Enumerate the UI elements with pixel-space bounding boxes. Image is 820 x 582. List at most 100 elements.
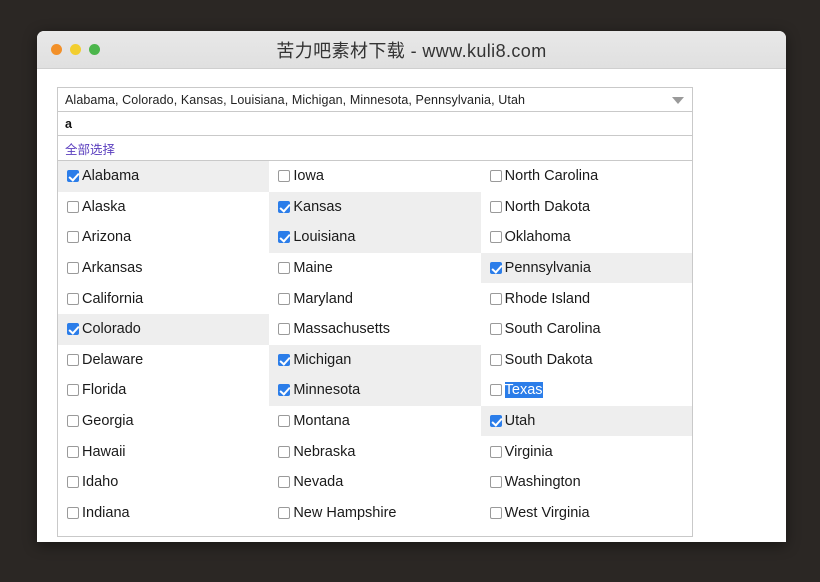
checkbox-unchecked-icon[interactable] (489, 384, 502, 397)
option-label: West Virginia (504, 504, 590, 521)
option-row[interactable]: Delaware (58, 345, 269, 376)
close-button-icon[interactable] (51, 44, 62, 55)
checkbox-unchecked-icon[interactable] (489, 476, 502, 489)
option-row[interactable]: Kansas (269, 191, 481, 223)
option-row[interactable]: South Dakota (481, 345, 692, 376)
checkbox-unchecked-icon[interactable] (278, 262, 291, 275)
option-label: California (82, 290, 144, 307)
option-row[interactable]: Arkansas (58, 253, 269, 284)
option-row[interactable]: Indiana (58, 498, 269, 529)
option-row[interactable]: South Carolina (481, 314, 692, 345)
option-row[interactable]: Nebraska (269, 436, 480, 467)
checkbox-unchecked-icon[interactable] (489, 231, 502, 244)
option-row[interactable]: Alaska (58, 192, 269, 223)
checkbox-checked-icon[interactable] (278, 200, 291, 213)
checkbox-unchecked-icon[interactable] (278, 445, 291, 458)
checkbox-unchecked-icon[interactable] (67, 445, 79, 458)
checkbox-checked-icon[interactable] (278, 353, 291, 366)
checkbox-unchecked-icon[interactable] (67, 231, 79, 244)
checkbox-unchecked-icon[interactable] (278, 323, 291, 336)
option-row[interactable]: Texas (481, 375, 692, 406)
option-row[interactable]: Arizona (58, 222, 269, 253)
option-row[interactable]: Oklahoma (481, 222, 692, 253)
option-label: New Hampshire (293, 504, 397, 521)
option-label: Nevada (293, 474, 344, 491)
option-label: Utah (504, 413, 536, 430)
checkbox-unchecked-icon[interactable] (489, 506, 502, 519)
checkbox-unchecked-icon[interactable] (278, 506, 291, 519)
option-row[interactable]: Michigan (269, 344, 481, 376)
option-row[interactable]: North Carolina (481, 161, 692, 192)
option-row[interactable]: Washington (481, 467, 692, 498)
option-label: Iowa (293, 168, 324, 185)
checkbox-unchecked-icon[interactable] (278, 170, 291, 183)
option-row[interactable]: Maine (269, 253, 480, 284)
option-row[interactable]: New Hampshire (269, 498, 480, 529)
option-label: Indiana (82, 504, 130, 521)
checkbox-unchecked-icon[interactable] (67, 506, 79, 519)
checkbox-checked-icon[interactable] (67, 323, 79, 336)
option-row[interactable]: Pennsylvania (480, 252, 692, 284)
option-row[interactable]: Rhode Island (481, 283, 692, 314)
option-row[interactable]: Minnesota (269, 375, 481, 406)
search-input[interactable] (65, 116, 685, 131)
option-label: Massachusetts (293, 321, 391, 338)
options-panel: Alabama Alaska Arizona Arkansas California Co… (57, 160, 693, 537)
option-row[interactable]: West Virginia (481, 498, 692, 529)
minimize-button-icon[interactable] (70, 44, 81, 55)
option-label: Alaska (82, 198, 126, 215)
option-row[interactable]: Maryland (269, 283, 480, 314)
option-label: Colorado (82, 321, 141, 338)
checkbox-unchecked-icon[interactable] (489, 323, 502, 336)
window-titlebar: 苦力吧素材下载 - www.kuli8.com (37, 31, 786, 69)
option-row[interactable]: Louisiana (269, 222, 481, 253)
option-label: Georgia (82, 413, 134, 430)
option-row[interactable]: Massachusetts (269, 314, 480, 345)
checkbox-unchecked-icon[interactable] (489, 353, 502, 366)
checkbox-unchecked-icon[interactable] (278, 476, 291, 489)
checkbox-unchecked-icon[interactable] (67, 415, 79, 428)
select-all-link[interactable]: 全部选择 (65, 143, 115, 157)
option-row[interactable]: Hawaii (58, 436, 269, 467)
option-label: Arizona (82, 229, 132, 246)
option-row[interactable]: California (58, 283, 269, 314)
checkbox-checked-icon[interactable] (278, 384, 291, 397)
checkbox-unchecked-icon[interactable] (67, 353, 79, 366)
checkbox-unchecked-icon[interactable] (489, 445, 502, 458)
chevron-down-icon[interactable] (672, 96, 684, 104)
option-row[interactable]: Colorado (58, 313, 270, 345)
option-row[interactable]: Iowa (269, 161, 480, 192)
option-row[interactable]: Montana (269, 406, 480, 437)
checkbox-unchecked-icon[interactable] (67, 476, 79, 489)
checkbox-unchecked-icon[interactable] (489, 170, 502, 183)
checkbox-checked-icon[interactable] (489, 262, 502, 275)
option-row[interactable]: Nevada (269, 467, 480, 498)
option-row[interactable]: Alabama (58, 161, 270, 192)
multiselect-summary-field[interactable]: Alabama, Colorado, Kansas, Louisiana, Mi… (57, 87, 693, 112)
option-label: Arkansas (82, 260, 143, 277)
maximize-button-icon[interactable] (89, 44, 100, 55)
checkbox-unchecked-icon[interactable] (489, 292, 502, 305)
option-row[interactable]: Georgia (58, 406, 269, 437)
window-controls[interactable] (51, 44, 100, 55)
option-label: Virginia (504, 443, 553, 460)
option-row[interactable]: Utah (480, 405, 692, 437)
option-row[interactable]: Virginia (481, 436, 692, 467)
option-row[interactable]: Florida (58, 375, 269, 406)
checkbox-unchecked-icon[interactable] (278, 292, 291, 305)
option-row[interactable]: Idaho (58, 467, 269, 498)
option-label: Alabama (82, 168, 140, 185)
checkbox-unchecked-icon[interactable] (278, 415, 291, 428)
checkbox-checked-icon[interactable] (278, 231, 291, 244)
checkbox-unchecked-icon[interactable] (67, 384, 79, 397)
option-label: Pennsylvania (504, 260, 591, 277)
checkbox-unchecked-icon[interactable] (67, 262, 79, 275)
checkbox-checked-icon[interactable] (489, 415, 502, 428)
search-field-row[interactable] (57, 112, 693, 136)
option-row[interactable]: North Dakota (481, 192, 692, 223)
checkbox-unchecked-icon[interactable] (67, 292, 79, 305)
checkbox-unchecked-icon[interactable] (67, 200, 79, 213)
option-label: Maine (293, 260, 333, 277)
checkbox-checked-icon[interactable] (67, 170, 79, 183)
checkbox-unchecked-icon[interactable] (489, 200, 502, 213)
